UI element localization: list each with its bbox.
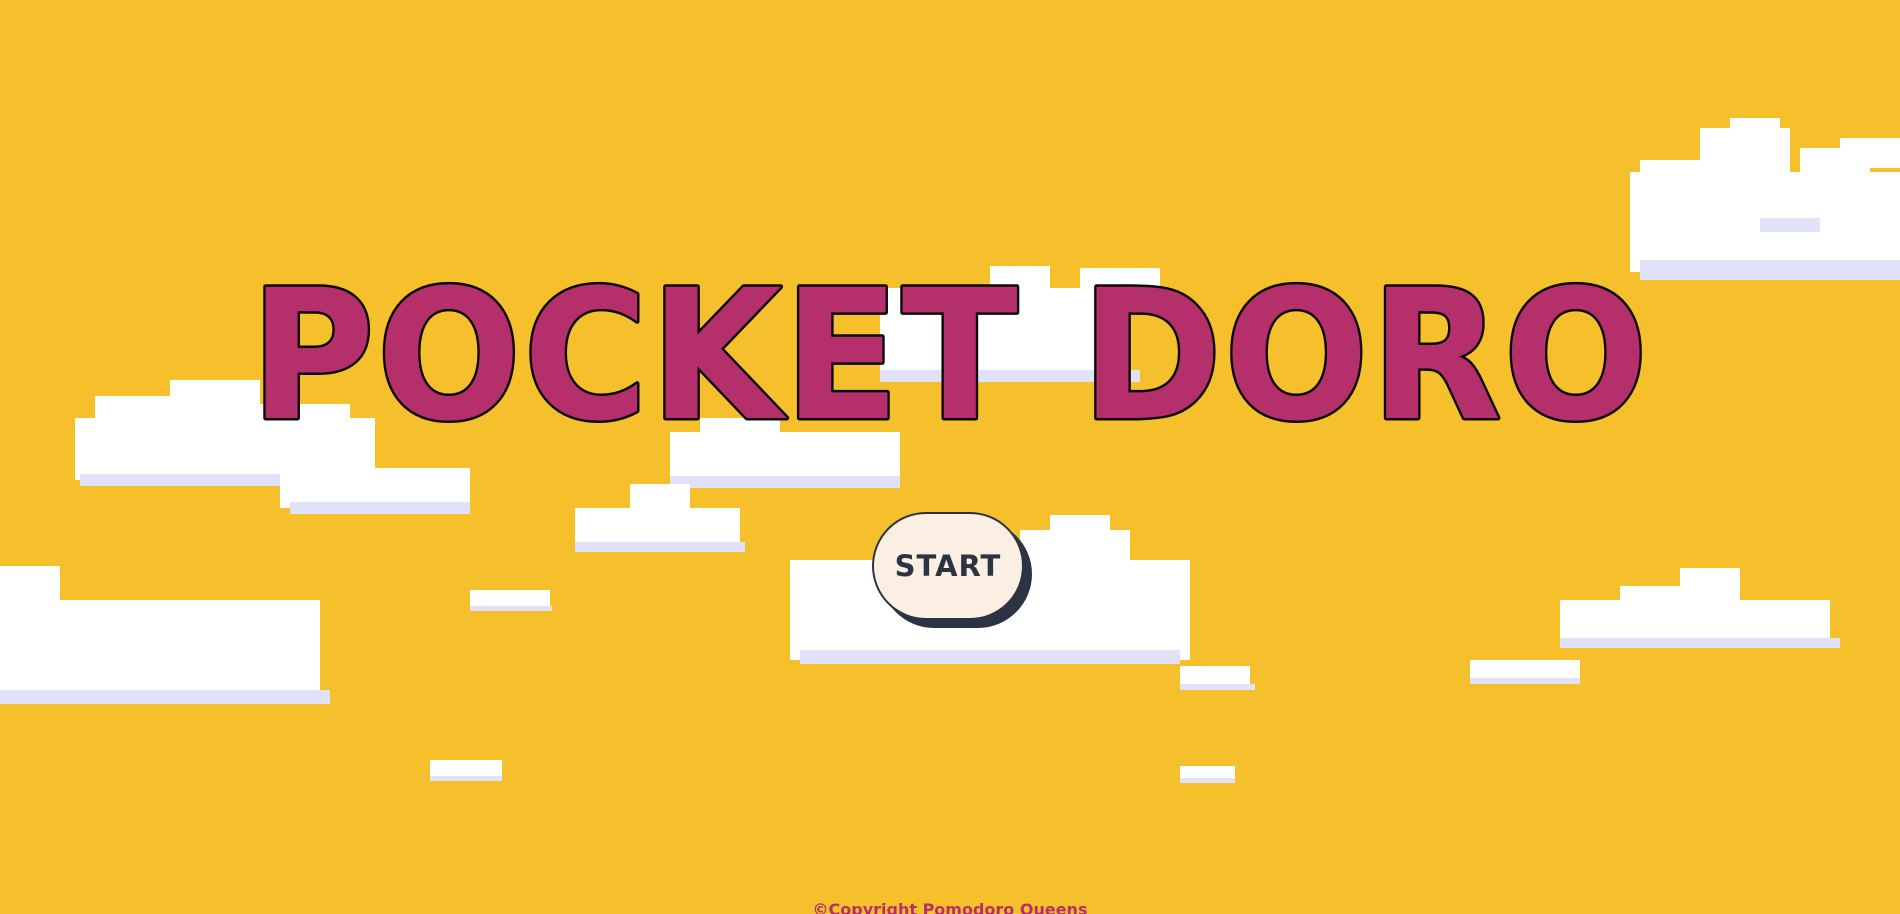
- app-title-text: POCKET DORO: [250, 268, 1650, 438]
- start-button-label: START: [894, 549, 1002, 583]
- copyright-footer: ©Copyright Pomodoro Queens: [812, 900, 1088, 914]
- start-button[interactable]: START: [872, 512, 1024, 620]
- cloud-background: [0, 118, 1900, 783]
- app-title: POCKET DORO: [240, 268, 1660, 438]
- landing-screen: POCKET DORO START ©Copyright Pomodoro Qu…: [0, 0, 1900, 914]
- pixel-cloud-icon: [1180, 568, 1840, 690]
- pixel-cloud-icon: [0, 566, 330, 704]
- pixel-cloud-icon: [1630, 118, 1900, 280]
